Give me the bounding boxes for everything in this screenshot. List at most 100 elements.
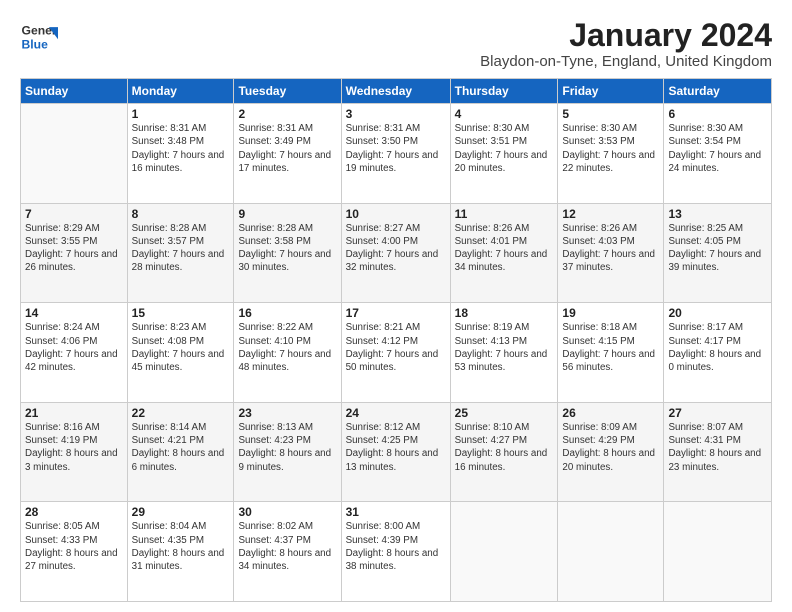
- day-info: Sunrise: 8:18 AMSunset: 4:15 PMDaylight:…: [562, 321, 659, 374]
- day-info: Sunrise: 8:14 AMSunset: 4:21 PMDaylight:…: [132, 421, 230, 474]
- calendar-cell: 27Sunrise: 8:07 AMSunset: 4:31 PMDayligh…: [664, 402, 772, 502]
- day-info: Sunrise: 8:31 AMSunset: 3:48 PMDaylight:…: [132, 122, 230, 175]
- day-info: Sunrise: 8:04 AMSunset: 4:35 PMDaylight:…: [132, 520, 230, 573]
- day-number: 26: [562, 406, 659, 420]
- day-header-thursday: Thursday: [450, 79, 558, 104]
- location-title: Blaydon-on-Tyne, England, United Kingdom: [480, 53, 772, 70]
- day-info: Sunrise: 8:30 AMSunset: 3:53 PMDaylight:…: [562, 122, 659, 175]
- month-title: January 2024: [480, 18, 772, 53]
- svg-text:Blue: Blue: [22, 37, 49, 51]
- day-info: Sunrise: 8:00 AMSunset: 4:39 PMDaylight:…: [346, 520, 446, 573]
- day-info: Sunrise: 8:28 AMSunset: 3:57 PMDaylight:…: [132, 222, 230, 275]
- calendar-cell: 9Sunrise: 8:28 AMSunset: 3:58 PMDaylight…: [234, 203, 341, 303]
- day-number: 11: [455, 207, 554, 221]
- day-number: 6: [668, 107, 767, 121]
- day-number: 18: [455, 306, 554, 320]
- calendar-cell: 3Sunrise: 8:31 AMSunset: 3:50 PMDaylight…: [341, 104, 450, 204]
- day-number: 31: [346, 505, 446, 519]
- day-number: 16: [238, 306, 336, 320]
- day-header-tuesday: Tuesday: [234, 79, 341, 104]
- calendar-cell: 28Sunrise: 8:05 AMSunset: 4:33 PMDayligh…: [21, 502, 128, 602]
- calendar-cell: 8Sunrise: 8:28 AMSunset: 3:57 PMDaylight…: [127, 203, 234, 303]
- day-info: Sunrise: 8:05 AMSunset: 4:33 PMDaylight:…: [25, 520, 123, 573]
- day-header-saturday: Saturday: [664, 79, 772, 104]
- day-number: 20: [668, 306, 767, 320]
- day-number: 22: [132, 406, 230, 420]
- calendar-cell: 23Sunrise: 8:13 AMSunset: 4:23 PMDayligh…: [234, 402, 341, 502]
- calendar-week-row: 14Sunrise: 8:24 AMSunset: 4:06 PMDayligh…: [21, 303, 772, 403]
- calendar-cell: 13Sunrise: 8:25 AMSunset: 4:05 PMDayligh…: [664, 203, 772, 303]
- day-info: Sunrise: 8:26 AMSunset: 4:03 PMDaylight:…: [562, 222, 659, 275]
- day-info: Sunrise: 8:13 AMSunset: 4:23 PMDaylight:…: [238, 421, 336, 474]
- calendar-cell: [21, 104, 128, 204]
- day-info: Sunrise: 8:27 AMSunset: 4:00 PMDaylight:…: [346, 222, 446, 275]
- day-header-wednesday: Wednesday: [341, 79, 450, 104]
- day-info: Sunrise: 8:09 AMSunset: 4:29 PMDaylight:…: [562, 421, 659, 474]
- calendar-cell: 10Sunrise: 8:27 AMSunset: 4:00 PMDayligh…: [341, 203, 450, 303]
- logo-icon: General Blue: [20, 18, 58, 56]
- calendar-cell: 26Sunrise: 8:09 AMSunset: 4:29 PMDayligh…: [558, 402, 664, 502]
- calendar-cell: 31Sunrise: 8:00 AMSunset: 4:39 PMDayligh…: [341, 502, 450, 602]
- day-header-sunday: Sunday: [21, 79, 128, 104]
- calendar-week-row: 21Sunrise: 8:16 AMSunset: 4:19 PMDayligh…: [21, 402, 772, 502]
- calendar-cell: [558, 502, 664, 602]
- day-number: 21: [25, 406, 123, 420]
- calendar-cell: 7Sunrise: 8:29 AMSunset: 3:55 PMDaylight…: [21, 203, 128, 303]
- calendar-cell: 12Sunrise: 8:26 AMSunset: 4:03 PMDayligh…: [558, 203, 664, 303]
- day-number: 19: [562, 306, 659, 320]
- day-number: 12: [562, 207, 659, 221]
- calendar-cell: 1Sunrise: 8:31 AMSunset: 3:48 PMDaylight…: [127, 104, 234, 204]
- day-info: Sunrise: 8:22 AMSunset: 4:10 PMDaylight:…: [238, 321, 336, 374]
- day-number: 29: [132, 505, 230, 519]
- day-number: 2: [238, 107, 336, 121]
- calendar-cell: 16Sunrise: 8:22 AMSunset: 4:10 PMDayligh…: [234, 303, 341, 403]
- calendar-cell: 17Sunrise: 8:21 AMSunset: 4:12 PMDayligh…: [341, 303, 450, 403]
- calendar-cell: 6Sunrise: 8:30 AMSunset: 3:54 PMDaylight…: [664, 104, 772, 204]
- calendar-week-row: 7Sunrise: 8:29 AMSunset: 3:55 PMDaylight…: [21, 203, 772, 303]
- day-info: Sunrise: 8:10 AMSunset: 4:27 PMDaylight:…: [455, 421, 554, 474]
- calendar-cell: 25Sunrise: 8:10 AMSunset: 4:27 PMDayligh…: [450, 402, 558, 502]
- calendar-cell: 11Sunrise: 8:26 AMSunset: 4:01 PMDayligh…: [450, 203, 558, 303]
- day-number: 3: [346, 107, 446, 121]
- day-info: Sunrise: 8:30 AMSunset: 3:54 PMDaylight:…: [668, 122, 767, 175]
- day-info: Sunrise: 8:29 AMSunset: 3:55 PMDaylight:…: [25, 222, 123, 275]
- calendar-cell: 18Sunrise: 8:19 AMSunset: 4:13 PMDayligh…: [450, 303, 558, 403]
- day-number: 1: [132, 107, 230, 121]
- day-number: 5: [562, 107, 659, 121]
- day-info: Sunrise: 8:07 AMSunset: 4:31 PMDaylight:…: [668, 421, 767, 474]
- calendar-cell: 20Sunrise: 8:17 AMSunset: 4:17 PMDayligh…: [664, 303, 772, 403]
- calendar-cell: 15Sunrise: 8:23 AMSunset: 4:08 PMDayligh…: [127, 303, 234, 403]
- day-info: Sunrise: 8:31 AMSunset: 3:49 PMDaylight:…: [238, 122, 336, 175]
- title-section: January 2024 Blaydon-on-Tyne, England, U…: [480, 18, 772, 70]
- day-number: 24: [346, 406, 446, 420]
- day-info: Sunrise: 8:23 AMSunset: 4:08 PMDaylight:…: [132, 321, 230, 374]
- day-info: Sunrise: 8:25 AMSunset: 4:05 PMDaylight:…: [668, 222, 767, 275]
- day-number: 30: [238, 505, 336, 519]
- day-number: 27: [668, 406, 767, 420]
- calendar-cell: 19Sunrise: 8:18 AMSunset: 4:15 PMDayligh…: [558, 303, 664, 403]
- day-info: Sunrise: 8:24 AMSunset: 4:06 PMDaylight:…: [25, 321, 123, 374]
- calendar-cell: 30Sunrise: 8:02 AMSunset: 4:37 PMDayligh…: [234, 502, 341, 602]
- day-info: Sunrise: 8:30 AMSunset: 3:51 PMDaylight:…: [455, 122, 554, 175]
- calendar-cell: 4Sunrise: 8:30 AMSunset: 3:51 PMDaylight…: [450, 104, 558, 204]
- day-info: Sunrise: 8:19 AMSunset: 4:13 PMDaylight:…: [455, 321, 554, 374]
- day-info: Sunrise: 8:12 AMSunset: 4:25 PMDaylight:…: [346, 421, 446, 474]
- calendar-cell: 5Sunrise: 8:30 AMSunset: 3:53 PMDaylight…: [558, 104, 664, 204]
- calendar-cell: [664, 502, 772, 602]
- calendar-table: SundayMondayTuesdayWednesdayThursdayFrid…: [20, 78, 772, 602]
- calendar-cell: 14Sunrise: 8:24 AMSunset: 4:06 PMDayligh…: [21, 303, 128, 403]
- day-number: 28: [25, 505, 123, 519]
- day-info: Sunrise: 8:21 AMSunset: 4:12 PMDaylight:…: [346, 321, 446, 374]
- day-number: 9: [238, 207, 336, 221]
- day-number: 23: [238, 406, 336, 420]
- calendar-cell: 2Sunrise: 8:31 AMSunset: 3:49 PMDaylight…: [234, 104, 341, 204]
- header: General Blue January 2024 Blaydon-on-Tyn…: [20, 18, 772, 70]
- day-info: Sunrise: 8:31 AMSunset: 3:50 PMDaylight:…: [346, 122, 446, 175]
- day-info: Sunrise: 8:28 AMSunset: 3:58 PMDaylight:…: [238, 222, 336, 275]
- day-number: 8: [132, 207, 230, 221]
- day-number: 25: [455, 406, 554, 420]
- page: General Blue January 2024 Blaydon-on-Tyn…: [0, 0, 792, 612]
- day-number: 7: [25, 207, 123, 221]
- day-info: Sunrise: 8:16 AMSunset: 4:19 PMDaylight:…: [25, 421, 123, 474]
- calendar-week-row: 1Sunrise: 8:31 AMSunset: 3:48 PMDaylight…: [21, 104, 772, 204]
